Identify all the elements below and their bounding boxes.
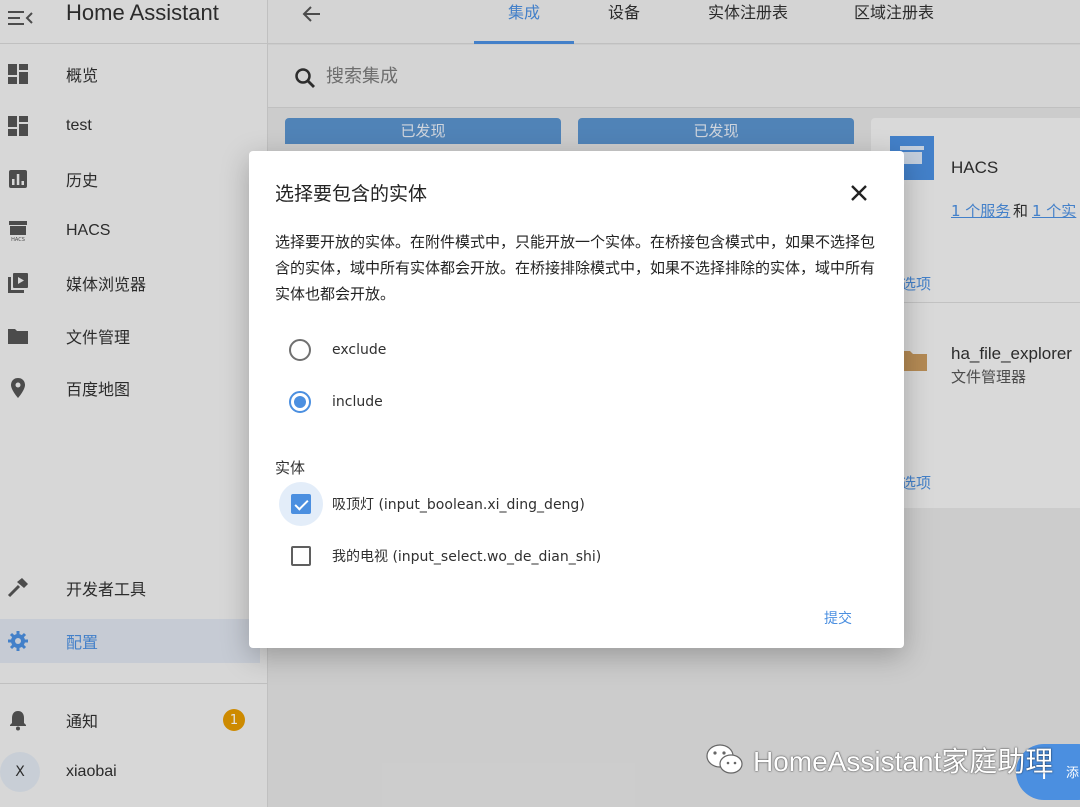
entity-select-dialog: 选择要包含的实体 选择要开放的实体。在附件模式中，只能开放一个实体。在桥接包含模… [249,151,904,648]
entity-label: 我的电视 (input_select.wo_de_dian_shi) [332,549,602,565]
watermark: HomeAssistant家庭助理 [705,738,1053,782]
watermark-text: HomeAssistant家庭助理 [753,746,1054,777]
close-icon[interactable] [847,181,871,205]
entity-checkbox[interactable] [291,546,311,566]
entity-label: 吸顶灯 (input_boolean.xi_ding_deng) [332,497,585,513]
wechat-icon [706,744,743,774]
dialog-title: 选择要包含的实体 [275,183,428,205]
entities-section-label: 实体 [275,459,306,477]
submit-button[interactable]: 提交 [824,608,852,628]
radio-label: include [332,394,383,410]
dialog-description: 选择要开放的实体。在附件模式中，只能开放一个实体。在桥接包含模式中，如果不选择包… [275,233,876,303]
fab-label: 添 [1066,766,1080,781]
radio-include[interactable] [289,391,311,413]
entity-checkbox[interactable] [291,494,311,514]
radio-exclude[interactable] [289,339,311,361]
radio-label: exclude [332,342,387,358]
